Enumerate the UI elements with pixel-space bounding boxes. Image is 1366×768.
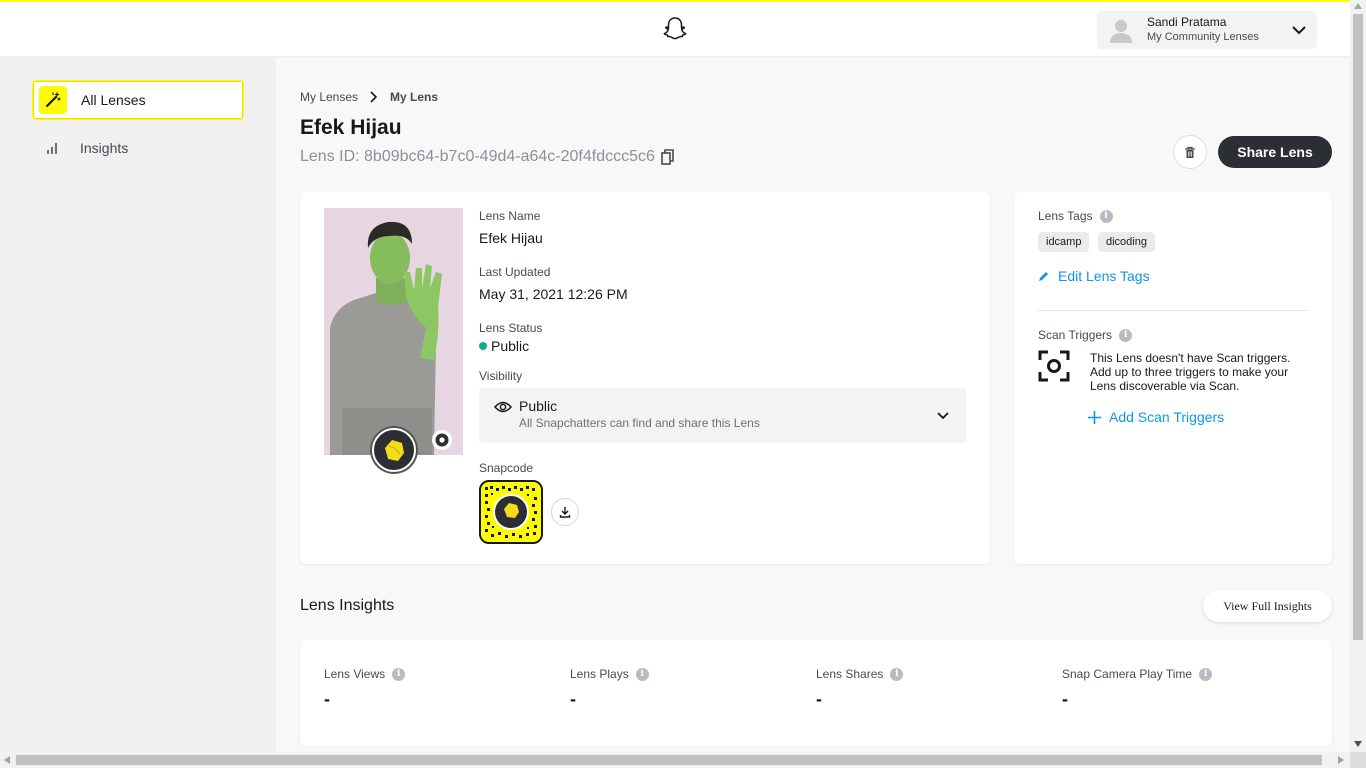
- add-scan-triggers-link[interactable]: Add Scan Triggers: [1088, 409, 1224, 425]
- download-snapcode-button[interactable]: [551, 498, 579, 526]
- info-icon[interactable]: i: [635, 667, 649, 681]
- horizontal-scroll-thumb[interactable]: [16, 755, 1322, 765]
- chevron-down-icon[interactable]: [1291, 22, 1307, 38]
- scroll-right-arrow-icon[interactable]: [1338, 756, 1344, 764]
- metric-label-row: Lens Views i: [324, 667, 406, 681]
- eye-icon: [494, 401, 512, 413]
- breadcrumb-parent[interactable]: My Lenses: [300, 90, 358, 104]
- metric-label: Lens Views: [324, 667, 386, 681]
- snapcode-image: [479, 480, 543, 544]
- lens-insights-card: Lens Views i - Lens Plays i - Lens Share…: [300, 640, 1332, 746]
- vertical-scroll-thumb[interactable]: [1353, 14, 1363, 640]
- scrollbar-corner: [1350, 752, 1366, 768]
- visibility-description: All Snapchatters can find and share this…: [519, 416, 760, 430]
- metric-snap-camera-play-time: Snap Camera Play Time i -: [1062, 667, 1213, 710]
- breadcrumb-current: My Lens: [390, 90, 439, 104]
- last-updated-label: Last Updated: [479, 265, 551, 279]
- bar-chart-icon: [47, 143, 57, 154]
- metric-label-row: Lens Plays i: [570, 667, 649, 681]
- metric-label: Lens Plays: [570, 667, 629, 681]
- sidebar-item-insights[interactable]: Insights: [32, 128, 244, 168]
- sidebar-item-all-lenses[interactable]: All Lenses: [32, 80, 244, 120]
- camera-preview-button[interactable]: [432, 430, 452, 450]
- lens-status-label: Lens Status: [479, 321, 543, 335]
- visibility-label: Visibility: [479, 369, 523, 383]
- metric-lens-plays: Lens Plays i -: [570, 667, 649, 710]
- info-icon[interactable]: i: [1119, 328, 1133, 342]
- lens-insights-title: Lens Insights: [300, 597, 395, 614]
- metric-value: -: [816, 689, 822, 709]
- lens-name-value: Efek Hijau: [479, 230, 543, 246]
- lens-preview-image: [324, 208, 463, 455]
- view-full-insights-button[interactable]: View Full Insights: [1203, 590, 1332, 622]
- sidebar: All Lenses Insights: [0, 56, 276, 752]
- lens-details-card: Lens Name Efek Hijau Last Updated May 31…: [300, 192, 990, 564]
- share-lens-button[interactable]: Share Lens: [1218, 136, 1332, 168]
- add-scan-triggers-label: Add Scan Triggers: [1109, 409, 1225, 425]
- lens-name-label: Lens Name: [479, 209, 541, 223]
- metric-lens-views: Lens Views i -: [324, 667, 406, 710]
- scan-triggers-description: This Lens doesn't have Scan triggers. Ad…: [1090, 351, 1291, 393]
- edit-lens-tags-label: Edit Lens Tags: [1058, 268, 1150, 284]
- user-info: Sandi Pratama My Community Lenses: [1147, 15, 1259, 45]
- lens-tags-label: Lens Tags: [1038, 209, 1093, 223]
- user-menu[interactable]: Sandi Pratama My Community Lenses: [1097, 11, 1317, 49]
- scroll-down-arrow-icon[interactable]: [1354, 741, 1362, 747]
- user-subtitle: My Community Lenses: [1147, 31, 1259, 43]
- last-updated-value: May 31, 2021 12:26 PM: [479, 286, 628, 302]
- metric-label: Lens Shares: [816, 667, 884, 681]
- tag-chip: dicoding: [1098, 232, 1155, 252]
- scan-triggers-label: Scan Triggers: [1038, 328, 1113, 342]
- top-bar: Sandi Pratama My Community Lenses: [0, 0, 1350, 56]
- tag-chip: idcamp: [1038, 232, 1090, 252]
- metric-value: -: [570, 689, 576, 709]
- scan-icon: [1038, 350, 1070, 382]
- snapchat-ghost-icon[interactable]: [662, 16, 688, 42]
- page-title: Efek Hijau: [300, 116, 402, 139]
- metric-value: -: [1062, 689, 1068, 709]
- lens-icon-badge: [372, 428, 416, 472]
- plus-icon: [1088, 410, 1101, 424]
- horizontal-scrollbar[interactable]: [0, 752, 1350, 768]
- copy-icon[interactable]: [661, 149, 675, 165]
- chevron-right-icon: [370, 91, 378, 103]
- lens-id-text: Lens ID: 8b09bc64-b7c0-49d4-a64c-20f4fdc…: [300, 148, 655, 165]
- vertical-scrollbar[interactable]: [1350, 0, 1366, 752]
- metric-label-row: Snap Camera Play Time i: [1062, 667, 1213, 681]
- info-icon[interactable]: i: [1099, 209, 1113, 223]
- lens-tags-header: Lens Tags i: [1038, 209, 1113, 223]
- scan-triggers-header: Scan Triggers i: [1038, 328, 1133, 342]
- lens-tags-card: Lens Tags i idcamp dicoding Edit Lens Ta…: [1014, 192, 1332, 564]
- lens-id: Lens ID: 8b09bc64-b7c0-49d4-a64c-20f4fdc…: [300, 148, 675, 166]
- lens-status: Public: [479, 338, 529, 354]
- info-icon[interactable]: i: [1199, 667, 1213, 681]
- breadcrumb: My Lenses My Lens: [300, 90, 438, 104]
- info-icon[interactable]: i: [890, 667, 904, 681]
- trash-icon: [1185, 146, 1195, 158]
- camera-icon: [435, 433, 449, 447]
- user-name: Sandi Pratama: [1147, 15, 1227, 29]
- metric-label: Snap Camera Play Time: [1062, 667, 1193, 681]
- metric-value: -: [324, 689, 330, 709]
- status-dot: [479, 342, 487, 350]
- download-icon: [559, 507, 571, 518]
- avatar-placeholder-icon: [1110, 20, 1132, 43]
- magic-wand-icon: [39, 86, 67, 114]
- metric-label-row: Lens Shares i: [816, 667, 904, 681]
- scroll-left-arrow-icon[interactable]: [4, 756, 10, 764]
- sidebar-item-label: Insights: [80, 140, 129, 156]
- visibility-value: Public: [519, 398, 558, 414]
- scroll-up-arrow-icon[interactable]: [1354, 3, 1362, 9]
- snapcode-label: Snapcode: [479, 461, 534, 475]
- delete-button[interactable]: [1173, 135, 1207, 169]
- visibility-select[interactable]: Public All Snapchatters can find and sha…: [479, 388, 966, 443]
- sidebar-item-label: All Lenses: [81, 92, 146, 108]
- metric-lens-shares: Lens Shares i -: [816, 667, 904, 710]
- chevron-down-icon: [937, 412, 949, 420]
- divider: [1038, 310, 1308, 311]
- info-icon[interactable]: i: [392, 667, 406, 681]
- lens-status-value: Public: [491, 338, 530, 354]
- edit-lens-tags-link[interactable]: Edit Lens Tags: [1038, 268, 1150, 284]
- pencil-icon: [1039, 272, 1048, 281]
